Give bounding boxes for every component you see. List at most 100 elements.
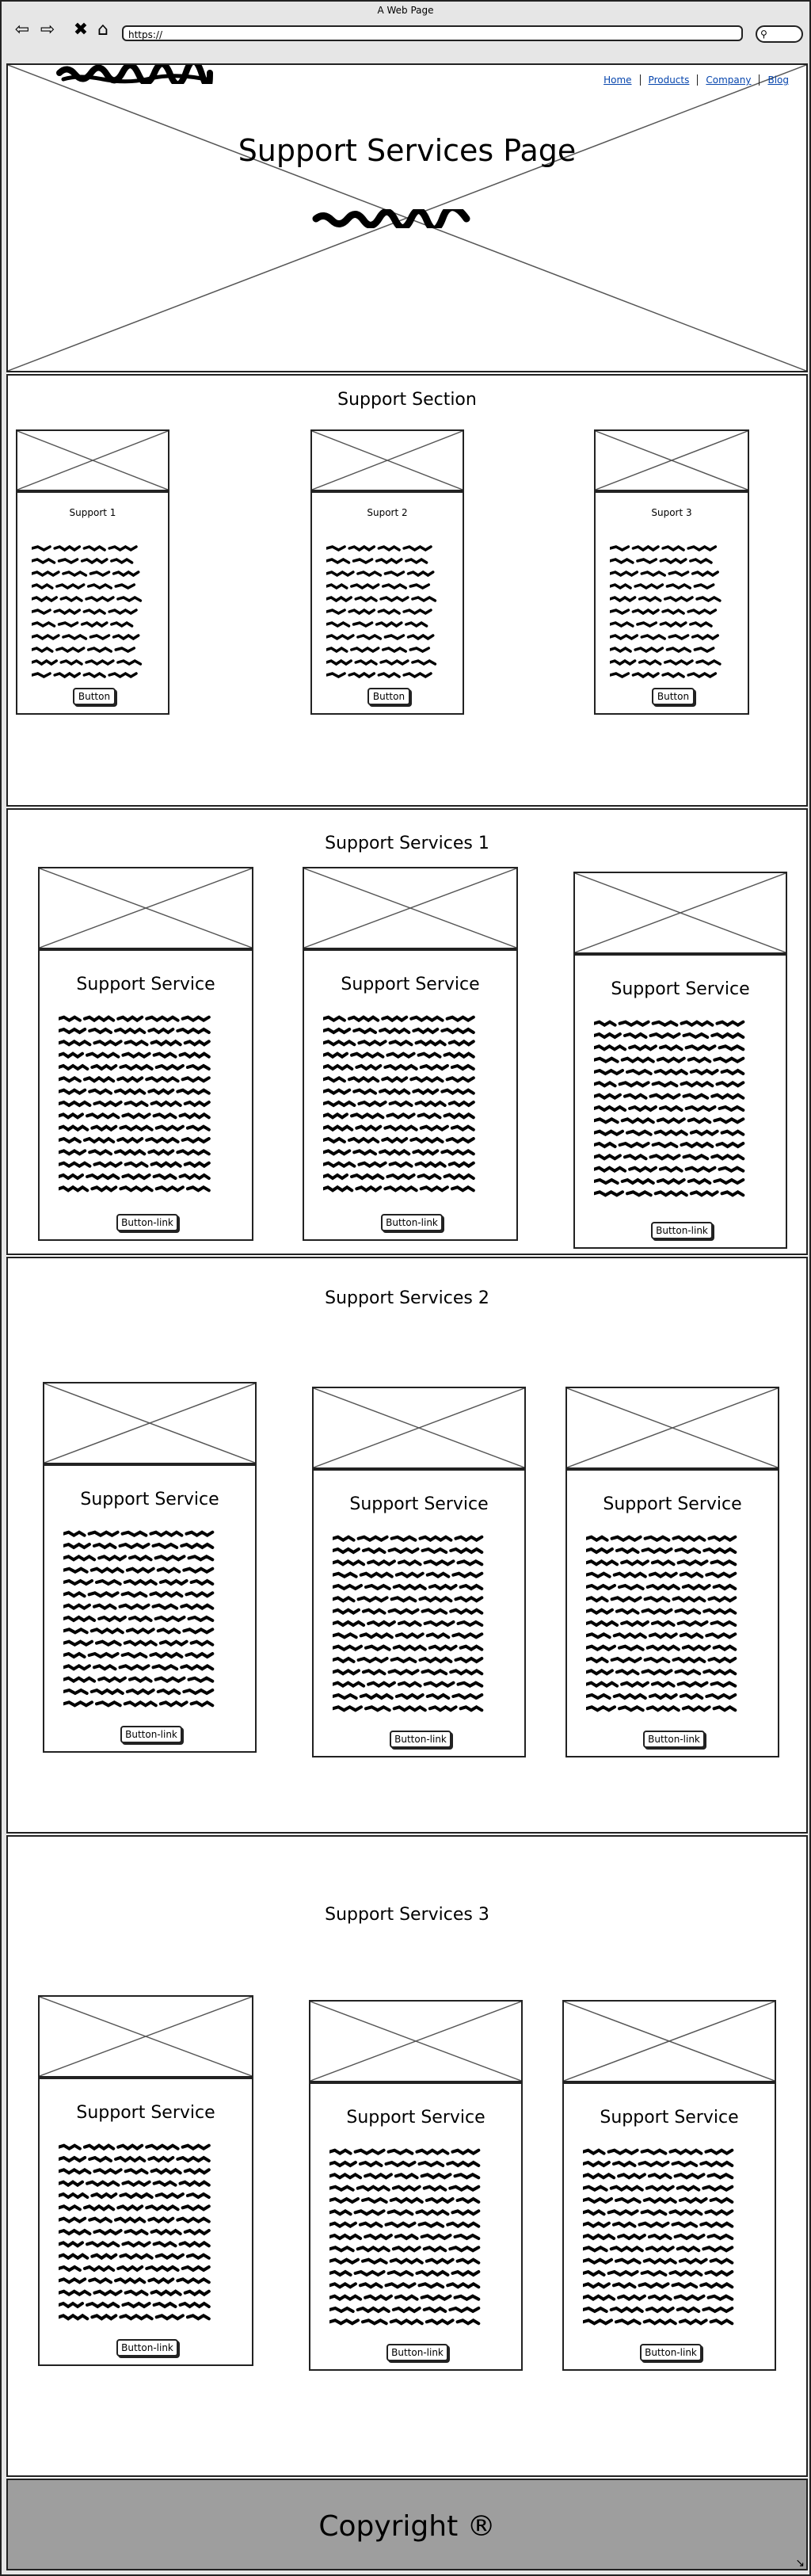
card-image bbox=[38, 867, 253, 949]
card-heading: Support 1 bbox=[69, 507, 116, 518]
back-arrow-icon[interactable]: ⇦ bbox=[11, 19, 33, 41]
placeholder-text-scribble bbox=[329, 2148, 481, 2326]
image-placeholder bbox=[40, 868, 252, 948]
nav-link-home[interactable]: Home bbox=[596, 74, 639, 86]
image-placeholder bbox=[304, 868, 516, 948]
card-image bbox=[310, 429, 464, 491]
footer: Copyright ® bbox=[6, 2479, 808, 2570]
card-image bbox=[16, 429, 169, 491]
placeholder-text-scribble bbox=[594, 1020, 745, 1197]
service-card: Suport 2 Button bbox=[310, 429, 464, 715]
support-services-1: Support Services 1 Support Service Button… bbox=[6, 808, 808, 1255]
card-heading: Support Service bbox=[600, 2108, 739, 2128]
card-body: Suport 2 Button bbox=[310, 491, 464, 715]
browser-toolbar: ⇦ ⇨ ✖ ⌂ https:// ⚲ bbox=[2, 19, 809, 62]
placeholder-text-scribble bbox=[333, 1535, 484, 1712]
card-body: Support Service Button-link bbox=[43, 1464, 257, 1753]
card-body: Support Service Button-link bbox=[38, 2078, 253, 2366]
service-card: Support Service Button-link bbox=[562, 2000, 776, 2371]
card-image bbox=[565, 1387, 779, 1469]
card-button-link[interactable]: Button-link bbox=[381, 1214, 443, 1231]
nav-link-products[interactable]: Products bbox=[639, 74, 698, 86]
image-placeholder bbox=[44, 1383, 255, 1463]
card-body: Support 1 Button bbox=[16, 491, 169, 715]
card-image bbox=[594, 429, 749, 491]
card-body: Support Service Button-link bbox=[303, 949, 518, 1241]
placeholder-text-scribble bbox=[59, 1015, 211, 1193]
support-services-3: Support Services 3 Support Service Button… bbox=[6, 1835, 808, 2477]
service-card: Support Service Button-link bbox=[565, 1387, 779, 1757]
card-body: Support Service Button-link bbox=[309, 2082, 523, 2371]
card-button-link[interactable]: Button-link bbox=[116, 1214, 178, 1231]
image-placeholder bbox=[575, 873, 786, 952]
card-button-link[interactable]: Button-link bbox=[120, 1726, 182, 1743]
card-heading: Suport 2 bbox=[367, 507, 408, 518]
search-input[interactable]: ⚲ bbox=[756, 25, 803, 43]
placeholder-text-scribble bbox=[63, 1530, 215, 1708]
card-heading: Support Service bbox=[341, 975, 480, 994]
close-icon[interactable]: ✖ bbox=[70, 19, 92, 41]
card-body: Support Service Button-link bbox=[573, 954, 787, 1249]
services-1-title: Support Services 1 bbox=[325, 834, 489, 853]
card-image bbox=[309, 2000, 523, 2082]
image-placeholder bbox=[567, 1388, 778, 1467]
nav-link-company[interactable]: Company bbox=[697, 74, 759, 86]
card-heading: Suport 3 bbox=[651, 507, 692, 518]
copyright-text: Copyright ® bbox=[318, 2510, 496, 2543]
card-button[interactable]: Button bbox=[367, 688, 410, 705]
page-content: Home Products Company Blog Support Servi… bbox=[6, 63, 808, 2570]
card-body: Suport 3 Button bbox=[594, 491, 749, 715]
service-card: Support Service Button-link bbox=[38, 1995, 253, 2366]
card-body: Support Service Button-link bbox=[562, 2082, 776, 2371]
forward-arrow-icon[interactable]: ⇨ bbox=[36, 19, 59, 41]
card-image bbox=[38, 1995, 253, 2078]
card-image bbox=[43, 1382, 257, 1464]
card-button-link[interactable]: Button-link bbox=[643, 1731, 705, 1748]
card-heading: Support Service bbox=[603, 1494, 742, 1514]
card-body: Support Service Button-link bbox=[565, 1469, 779, 1757]
card-heading: Support Service bbox=[80, 1490, 219, 1509]
support-section: Support Section Support 1 Button Suport 2 B… bbox=[6, 374, 808, 807]
home-icon[interactable]: ⌂ bbox=[92, 19, 114, 41]
card-heading: Support Service bbox=[611, 979, 750, 999]
url-input[interactable]: https:// bbox=[122, 25, 743, 41]
image-placeholder bbox=[596, 431, 748, 490]
card-image bbox=[312, 1387, 526, 1469]
window-title: A Web Page bbox=[377, 5, 434, 16]
search-icon: ⚲ bbox=[760, 29, 767, 40]
card-button-link[interactable]: Button-link bbox=[640, 2344, 702, 2361]
service-card: Support Service Button-link bbox=[303, 867, 518, 1241]
card-button-link[interactable]: Button-link bbox=[386, 2344, 448, 2361]
service-card: Support Service Button-link bbox=[573, 872, 787, 1249]
tagline-scribble bbox=[312, 209, 470, 228]
browser-window: A Web Page ⇦ ⇨ ✖ ⌂ https:// ⚲ Home Produ… bbox=[0, 0, 811, 2576]
nav-link-blog[interactable]: Blog bbox=[759, 74, 797, 86]
placeholder-text-scribble bbox=[323, 1015, 475, 1193]
placeholder-text-scribble bbox=[326, 544, 437, 679]
header-banner: Home Products Company Blog Support Servi… bbox=[6, 63, 808, 372]
top-nav: Home Products Company Blog bbox=[596, 74, 797, 86]
card-body: Support Service Button-link bbox=[38, 949, 253, 1241]
placeholder-text-scribble bbox=[59, 2143, 211, 2321]
services-3-title: Support Services 3 bbox=[325, 1905, 489, 1925]
services-2-title: Support Services 2 bbox=[325, 1288, 489, 1308]
card-button-link[interactable]: Button-link bbox=[651, 1222, 713, 1239]
card-heading: Support Service bbox=[346, 2108, 485, 2128]
card-heading: Support Service bbox=[76, 975, 215, 994]
service-card: Support Service Button-link bbox=[309, 2000, 523, 2371]
card-body: Support Service Button-link bbox=[312, 1469, 526, 1757]
card-button[interactable]: Button bbox=[73, 688, 116, 705]
resize-grip-icon[interactable]: ↘ bbox=[795, 2557, 805, 2570]
placeholder-text-scribble bbox=[32, 544, 143, 679]
card-button[interactable]: Button bbox=[652, 688, 695, 705]
card-image bbox=[562, 2000, 776, 2082]
card-heading: Support Service bbox=[76, 2103, 215, 2123]
card-button-link[interactable]: Button-link bbox=[116, 2339, 178, 2357]
service-card: Suport 3 Button bbox=[594, 429, 749, 715]
page-title: Support Services Page bbox=[238, 133, 577, 168]
service-card: Support Service Button-link bbox=[38, 867, 253, 1241]
service-card: Support 1 Button bbox=[16, 429, 169, 715]
card-heading: Support Service bbox=[349, 1494, 489, 1514]
card-button-link[interactable]: Button-link bbox=[390, 1731, 451, 1748]
placeholder-text-scribble bbox=[586, 1535, 737, 1712]
